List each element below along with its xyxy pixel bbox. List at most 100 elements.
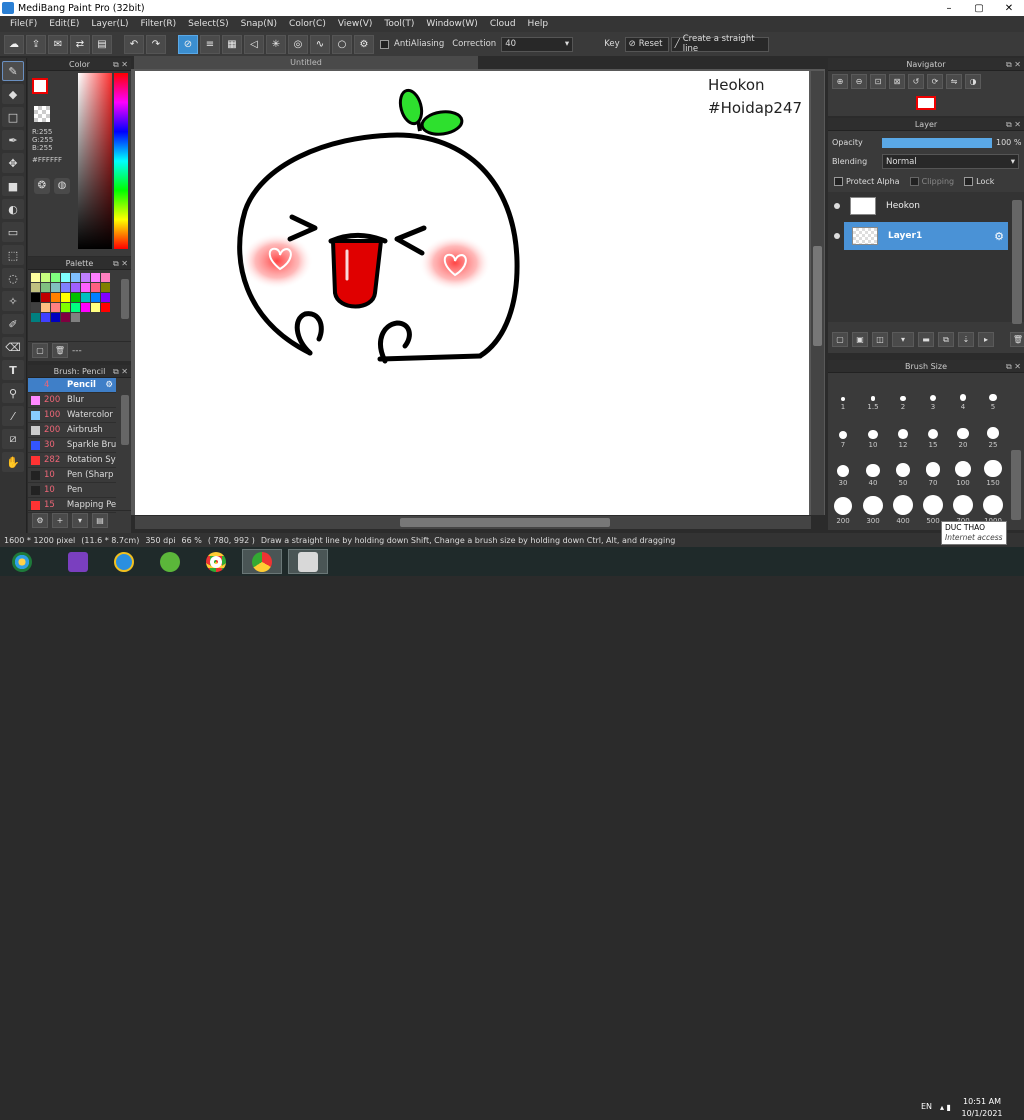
tray-clock[interactable]: 10:51 AM 10/1/2021 <box>958 1096 1006 1120</box>
palette-swatch[interactable] <box>41 303 50 312</box>
palette-swatch[interactable] <box>61 313 70 322</box>
panel-close-icon[interactable]: ⧉ ✕ <box>1006 118 1021 131</box>
hand-tool-icon[interactable]: ✋ <box>2 452 24 472</box>
brush-size-option[interactable]: 1.5 <box>858 375 888 411</box>
add-palette-icon[interactable]: ▢ <box>32 343 48 358</box>
new-8bit-layer-icon[interactable]: ▣ <box>852 332 868 347</box>
palette-swatch[interactable] <box>61 283 70 292</box>
text-tool-icon[interactable]: T <box>2 360 24 380</box>
duplicate-layer-icon[interactable]: ⧉ <box>938 332 954 347</box>
zoom-out-icon[interactable]: ⊖ <box>851 74 867 89</box>
fit-icon[interactable]: ⊡ <box>870 74 886 89</box>
palette-swatch[interactable] <box>71 273 80 282</box>
start-button[interactable] <box>2 549 42 574</box>
operation-tool-icon[interactable]: ⚲ <box>2 383 24 403</box>
palette-swatch[interactable] <box>101 293 110 302</box>
layer-more-icon[interactable]: ▸ <box>978 332 994 347</box>
palette-swatch[interactable] <box>61 303 70 312</box>
taskbar-medibang[interactable] <box>288 549 328 574</box>
vertical-scrollbar[interactable] <box>811 71 824 515</box>
palette-swatch[interactable] <box>31 293 40 302</box>
lock-checkbox[interactable] <box>964 177 974 186</box>
hue-slider[interactable] <box>114 73 128 249</box>
reset-button[interactable]: ⊘ Reset <box>624 36 669 52</box>
blending-select[interactable]: Normal ▾ <box>882 154 1019 169</box>
brush-settings-icon[interactable]: ⚙ <box>105 380 113 390</box>
magic-wand-icon[interactable]: ✧ <box>2 291 24 311</box>
palette-swatch[interactable] <box>71 303 80 312</box>
palette-swatch[interactable] <box>51 313 60 322</box>
palette-swatch[interactable] <box>51 283 60 292</box>
menu-select[interactable]: Select(S) <box>182 19 235 29</box>
snap-off-icon[interactable]: ⊘ <box>178 34 198 54</box>
palette-swatch[interactable] <box>61 273 70 282</box>
brush-size-option[interactable]: 25 <box>978 413 1008 449</box>
brush-item[interactable]: 282 Rotation Sy <box>28 453 116 468</box>
brush-size-option[interactable]: 1000 <box>978 489 1008 525</box>
delete-layer-icon[interactable]: 🗑 <box>1010 332 1024 347</box>
brush-item[interactable]: 200 Airbrush <box>28 423 116 438</box>
palette-swatch[interactable] <box>41 293 50 302</box>
horizontal-scroll-thumb[interactable] <box>400 518 610 527</box>
palette-swatch[interactable] <box>81 283 90 292</box>
fill-rect-icon[interactable]: ■ <box>2 176 24 196</box>
palette-swatch[interactable] <box>41 313 50 322</box>
redo-icon[interactable]: ↷ <box>146 34 166 54</box>
share-icon[interactable]: ⇄ <box>70 34 90 54</box>
brush-file-icon[interactable]: ▤ <box>92 513 108 528</box>
drawing-canvas[interactable] <box>135 71 809 515</box>
horizontal-scrollbar[interactable] <box>135 516 811 529</box>
brush-size-option[interactable]: 2 <box>888 375 918 411</box>
menu-cloud[interactable]: Cloud <box>484 19 522 29</box>
layer-scrollbar[interactable] <box>1012 200 1022 324</box>
brush-size-option[interactable]: 12 <box>888 413 918 449</box>
upload-icon[interactable]: ⇪ <box>26 34 46 54</box>
brush-item[interactable]: 10 Pen <box>28 483 116 498</box>
panel-close-icon[interactable]: ⧉ ✕ <box>1006 360 1021 373</box>
color-set-icon[interactable]: ◍ <box>54 178 70 194</box>
move-tool-icon[interactable]: ✥ <box>2 153 24 173</box>
palette-swatch[interactable] <box>51 303 60 312</box>
layer-menu-icon[interactable]: ▾ <box>892 332 914 347</box>
navigator-thumbnail[interactable] <box>916 96 936 110</box>
brush-size-option[interactable]: 700 <box>948 489 978 525</box>
opacity-slider[interactable] <box>882 138 992 148</box>
zoom-in-icon[interactable]: ⊕ <box>832 74 848 89</box>
brush-scrollbar[interactable] <box>121 395 129 445</box>
rotate-left-icon[interactable]: ↺ <box>908 74 924 89</box>
brush-item[interactable]: 100 Watercolor <box>28 408 116 423</box>
palette-swatch[interactable] <box>71 293 80 302</box>
rect-tool-icon[interactable]: □ <box>2 107 24 127</box>
panel-close-icon[interactable]: ⧉ ✕ <box>113 365 128 378</box>
brush-menu-icon[interactable]: ▾ <box>72 513 88 528</box>
palette-swatch[interactable] <box>81 303 90 312</box>
antialiasing-checkbox[interactable] <box>380 39 389 49</box>
add-brush-icon[interactable]: + <box>52 513 68 528</box>
palette-swatch[interactable] <box>31 313 40 322</box>
brush-size-option[interactable]: 50 <box>888 451 918 487</box>
clipping-checkbox[interactable] <box>909 177 919 186</box>
rotate-reset-icon[interactable]: ⟳ <box>927 74 943 89</box>
eraser-tool-icon[interactable]: ◆ <box>2 84 24 104</box>
menu-layer[interactable]: Layer(L) <box>85 19 134 29</box>
actual-size-icon[interactable]: ⊠ <box>889 74 905 89</box>
language-indicator[interactable]: EN <box>921 1102 932 1111</box>
brush-item[interactable]: 200 Blur <box>28 393 116 408</box>
menu-filter[interactable]: Filter(R) <box>135 19 183 29</box>
panel-close-icon[interactable]: ⧉ ✕ <box>1006 58 1021 71</box>
cloud-icon[interactable]: ☁ <box>4 34 24 54</box>
brush-item[interactable]: 4 Pencil ⚙ <box>28 378 116 393</box>
palette-swatch[interactable] <box>51 293 60 302</box>
palette-swatch[interactable] <box>71 283 80 292</box>
layer-row-layer1[interactable]: Layer1 ⚙ <box>844 222 1008 250</box>
taskbar-coccoc[interactable] <box>150 549 190 574</box>
straight-line-button[interactable]: ╱ Create a straight line <box>670 34 769 54</box>
brush-size-option[interactable]: 40 <box>858 451 888 487</box>
correction-select[interactable]: 40 ▾ <box>501 36 574 52</box>
palette-swatch[interactable] <box>101 303 110 312</box>
palette-swatch[interactable] <box>91 293 100 302</box>
brush-item[interactable]: 30 Sparkle Bru <box>28 438 116 453</box>
merge-layer-icon[interactable]: ⇣ <box>958 332 974 347</box>
brush-size-option[interactable]: 7 <box>828 413 858 449</box>
brush-size-option[interactable]: 1 <box>828 375 858 411</box>
